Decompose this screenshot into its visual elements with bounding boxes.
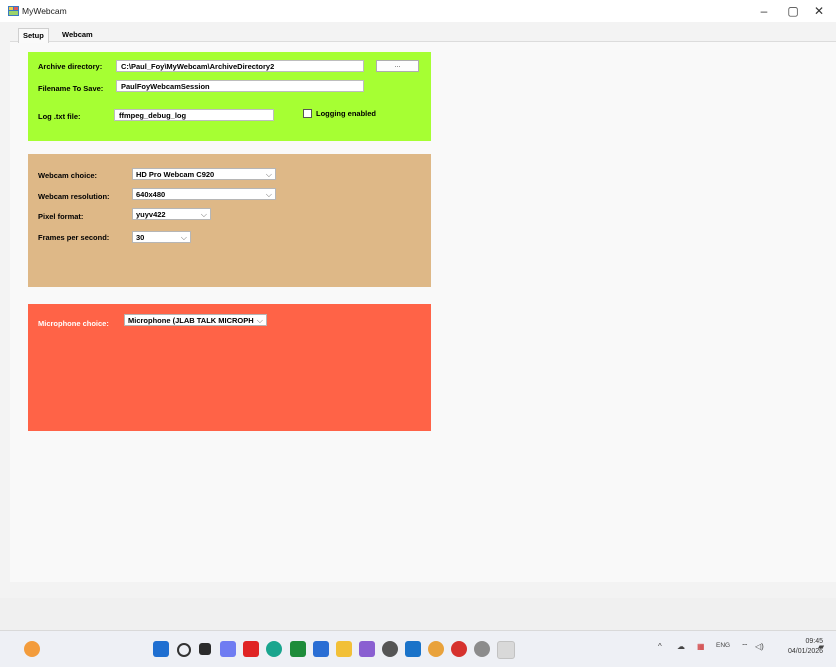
tab-setup[interactable]: Setup bbox=[18, 28, 49, 43]
logging-enabled-label: Logging enabled bbox=[316, 109, 376, 118]
chatgpt-icon[interactable] bbox=[382, 641, 398, 657]
chevron-down-icon: ⌵ bbox=[256, 316, 263, 325]
logging-enabled-checkbox[interactable] bbox=[303, 109, 312, 118]
xbox-icon[interactable] bbox=[290, 641, 306, 657]
start-icon[interactable] bbox=[153, 641, 169, 657]
taskbar bbox=[0, 630, 836, 667]
close-button[interactable]: ✕ bbox=[808, 3, 830, 19]
weather-icon[interactable] bbox=[24, 641, 40, 657]
minimize-button[interactable]: – bbox=[753, 3, 775, 19]
microphone-choice-select[interactable]: Microphone (JLAB TALK MICROPH ⌵ bbox=[124, 314, 267, 326]
app-icon[interactable] bbox=[451, 641, 467, 657]
calendar-icon[interactable]: ▦ bbox=[697, 642, 705, 651]
notification-icon[interactable]: ▰ bbox=[818, 642, 824, 651]
youtube-icon[interactable] bbox=[243, 641, 259, 657]
log-file-input[interactable]: ffmpeg_debug_log bbox=[114, 109, 274, 121]
chevron-down-icon: ⌵ bbox=[180, 233, 187, 242]
browse-button[interactable]: ... bbox=[376, 60, 419, 72]
settings-icon[interactable] bbox=[474, 641, 490, 657]
webcam-choice-select[interactable]: HD Pro Webcam C920 ⌵ bbox=[132, 168, 276, 180]
volume-icon[interactable]: ◁) bbox=[755, 642, 764, 651]
store-icon[interactable] bbox=[313, 641, 329, 657]
chevron-down-icon: ⌵ bbox=[200, 210, 207, 219]
language-indicator[interactable]: ENG bbox=[716, 642, 730, 649]
copilot-icon[interactable] bbox=[220, 641, 236, 657]
file-explorer-icon[interactable] bbox=[336, 641, 352, 657]
microphone-choice-label: Microphone choice: bbox=[38, 319, 109, 328]
webcam-resolution-value: 640x480 bbox=[136, 190, 166, 199]
webcam-choice-label: Webcam choice: bbox=[38, 171, 98, 180]
outlook-icon[interactable] bbox=[405, 641, 421, 657]
archive-directory-label: Archive directory: bbox=[38, 62, 103, 71]
frames-per-second-label: Frames per second: bbox=[38, 233, 110, 242]
frames-per-second-value: 30 bbox=[136, 233, 145, 242]
filename-input[interactable]: PaulFoyWebcamSession bbox=[116, 80, 364, 92]
task-view-icon[interactable] bbox=[199, 643, 211, 655]
edge-icon[interactable] bbox=[266, 641, 282, 657]
chevron-down-icon: ⌵ bbox=[265, 190, 272, 199]
tab-webcam[interactable]: Webcam bbox=[58, 28, 97, 42]
webcam-resolution-select[interactable]: 640x480 ⌵ bbox=[132, 188, 276, 200]
chevron-down-icon: ⌵ bbox=[265, 170, 272, 179]
microphone-choice-value: Microphone (JLAB TALK MICROPH bbox=[128, 316, 254, 325]
onedrive-icon[interactable]: ☁ bbox=[677, 642, 685, 651]
app-icon bbox=[8, 6, 19, 16]
chrome-icon[interactable] bbox=[428, 641, 444, 657]
mywebcam-app-icon[interactable] bbox=[497, 641, 515, 659]
archive-settings-panel: Archive directory: C:\Paul_Foy\MyWebcam\… bbox=[28, 52, 431, 141]
wifi-icon[interactable]: ⌔ bbox=[741, 642, 749, 652]
frames-per-second-select[interactable]: 30 ⌵ bbox=[132, 231, 191, 243]
visual-studio-icon[interactable] bbox=[359, 641, 375, 657]
maximize-button[interactable]: ▢ bbox=[782, 3, 804, 19]
webcam-resolution-label: Webcam resolution: bbox=[38, 192, 110, 201]
pixel-format-value: yuyv422 bbox=[136, 210, 166, 219]
webcam-settings-panel: Webcam choice: HD Pro Webcam C920 ⌵ Webc… bbox=[28, 154, 431, 287]
filename-label: Filename To Save: bbox=[38, 84, 104, 93]
microphone-settings-panel: Microphone choice: Microphone (JLAB TALK… bbox=[28, 304, 431, 431]
pixel-format-select[interactable]: yuyv422 ⌵ bbox=[132, 208, 211, 220]
webcam-choice-value: HD Pro Webcam C920 bbox=[136, 170, 215, 179]
search-icon[interactable] bbox=[177, 643, 191, 657]
title-bar bbox=[0, 0, 836, 22]
pixel-format-label: Pixel format: bbox=[38, 212, 84, 221]
archive-directory-input[interactable]: C:\Paul_Foy\MyWebcam\ArchiveDirectory2 bbox=[116, 60, 364, 72]
window-title: MyWebcam bbox=[22, 6, 67, 16]
log-file-label: Log .txt file: bbox=[38, 112, 81, 121]
chevron-up-icon[interactable]: ^ bbox=[658, 642, 662, 651]
